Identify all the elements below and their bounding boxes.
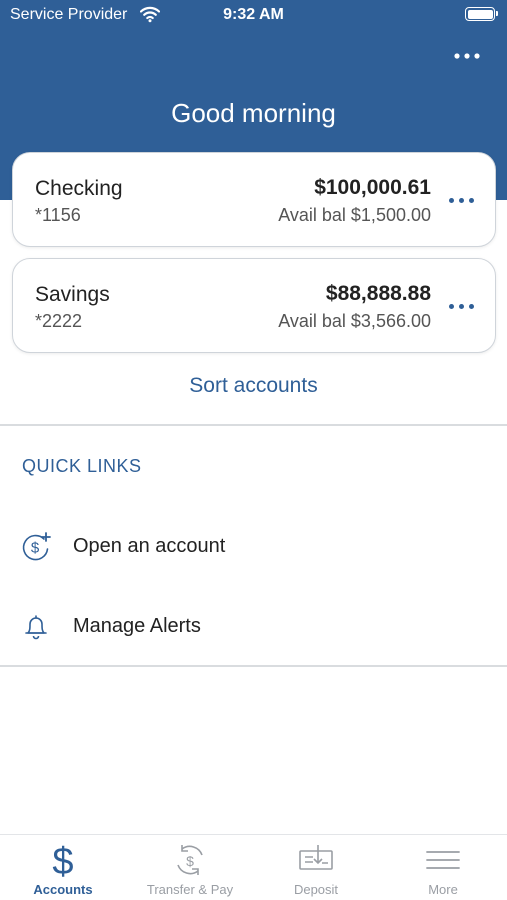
quick-link-label: Manage Alerts (73, 615, 201, 637)
tab-deposit[interactable]: Deposit (253, 835, 379, 900)
svg-text:$: $ (52, 841, 73, 879)
account-balance: $88,888.88 (325, 282, 431, 305)
tab-label: Accounts (33, 882, 93, 897)
account-number: *1156 (35, 205, 81, 225)
check-deposit-icon (299, 845, 333, 870)
account-name: Checking (35, 177, 123, 200)
account-card-savings[interactable]: Savings *2222 $88,888.88 Avail bal $3,56… (12, 258, 496, 353)
svg-text:$: $ (186, 853, 194, 869)
quick-link-open-account[interactable]: $ Open an account (0, 521, 507, 571)
quick-links-heading: QUICK LINKS (22, 456, 142, 476)
section-divider (0, 424, 507, 426)
status-bar: Service Provider 9:32 AM (0, 0, 507, 32)
sort-accounts-link[interactable]: Sort accounts (0, 374, 507, 398)
tab-transfer-pay[interactable]: $ Transfer & Pay (127, 835, 253, 900)
tab-more[interactable]: More (380, 835, 506, 900)
bell-icon (25, 615, 47, 640)
tab-label: Deposit (293, 882, 339, 897)
battery-icon (465, 7, 498, 21)
account-number: *2222 (35, 311, 83, 331)
account-more-icon[interactable] (447, 291, 477, 321)
dollar-plus-icon: $ (22, 532, 51, 561)
section-divider (0, 665, 507, 667)
account-card-checking[interactable]: Checking *1156 $100,000.61 Avail bal $1,… (12, 152, 496, 247)
greeting-title: Good morning (171, 98, 336, 128)
menu-icon (426, 851, 460, 869)
tab-label: More (428, 882, 458, 897)
svg-text:$: $ (31, 540, 40, 557)
tab-bar: $ Accounts $ Transfer & Pay Deposit More (0, 834, 507, 900)
transfer-icon: $ (177, 845, 203, 875)
tab-label: Transfer & Pay (146, 882, 234, 897)
account-more-icon[interactable] (447, 185, 477, 215)
available-balance: Avail bal $1,500.00 (278, 205, 431, 225)
dollar-icon: $ (52, 841, 73, 879)
tab-accounts[interactable]: $ Accounts (0, 835, 126, 900)
header-more-icon[interactable] (449, 44, 485, 68)
quick-link-manage-alerts[interactable]: Manage Alerts (0, 601, 507, 651)
status-time: 9:32 AM (223, 6, 284, 23)
available-balance: Avail bal $3,566.00 (278, 311, 431, 331)
account-balance: $100,000.61 (314, 176, 431, 199)
quick-link-label: Open an account (73, 535, 226, 557)
account-name: Savings (35, 283, 110, 306)
